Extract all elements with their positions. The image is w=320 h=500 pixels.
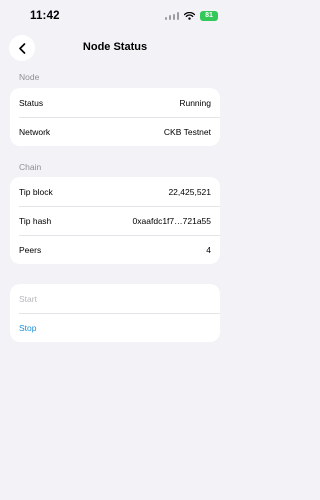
row-value: 22,425,521 — [168, 186, 211, 197]
status-icons: 81 — [164, 11, 218, 21]
row-value: 4 — [206, 244, 211, 255]
row-value: Running — [179, 97, 211, 108]
row-value: 0xaafdc1f7…721a55 — [132, 215, 211, 226]
row-tip-block: Tip block 22,425,521 — [10, 177, 220, 206]
battery-icon: 81 — [200, 11, 218, 21]
row-label: Tip block — [19, 186, 53, 197]
stop-label: Stop — [19, 322, 37, 333]
signal-icon — [164, 12, 179, 20]
row-label: Peers — [19, 244, 42, 255]
chain-card: Tip block 22,425,521 Tip hash 0xaafdc1f7… — [10, 177, 220, 264]
status-time: 11:42 — [30, 10, 60, 22]
node-card: Status Running Network CKB Testnet — [10, 88, 220, 146]
wifi-icon — [184, 12, 195, 20]
actions-card: Start Stop — [10, 284, 220, 342]
row-status: Status Running — [10, 88, 220, 117]
row-tip-hash: Tip hash 0xaafdc1f7…721a55 — [10, 206, 220, 235]
status-bar: 11:42 81 — [0, 0, 230, 32]
row-value: CKB Testnet — [163, 126, 211, 137]
row-label: Tip hash — [19, 215, 52, 226]
row-label: Network — [19, 126, 51, 137]
section-label-node: Node — [19, 72, 40, 82]
row-peers: Peers 4 — [10, 235, 220, 264]
stop-button[interactable]: Stop — [10, 313, 220, 342]
start-button[interactable]: Start — [10, 284, 220, 313]
section-label-chain: Chain — [19, 162, 42, 172]
page-title: Node Status — [82, 41, 148, 53]
row-label: Status — [19, 97, 44, 108]
start-label: Start — [19, 293, 37, 304]
nav-header: Node Status — [0, 32, 230, 64]
row-network: Network CKB Testnet — [10, 117, 220, 146]
